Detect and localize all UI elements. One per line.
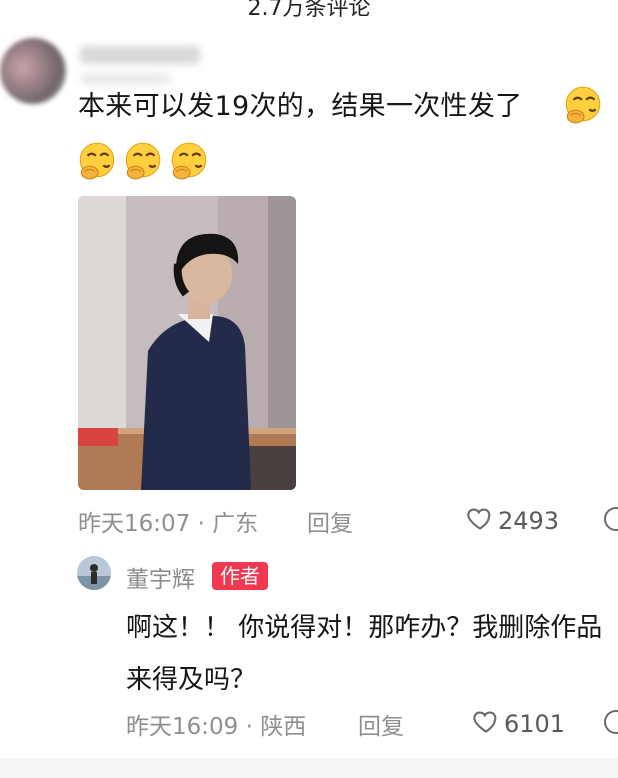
comment-time-location: 昨天16:07 · 广东 bbox=[78, 511, 259, 537]
reply-like-count: 6101 bbox=[504, 710, 566, 738]
commenter-avatar[interactable] bbox=[0, 38, 66, 104]
comment-icon[interactable] bbox=[602, 506, 618, 538]
commenter-name-blurred bbox=[80, 46, 200, 64]
covering-mouth-emoji bbox=[562, 84, 604, 126]
like-button[interactable]: 2493 bbox=[466, 504, 559, 538]
comment-text: 本来可以发19次的，结果一次性发了 bbox=[78, 91, 523, 122]
emoji-row bbox=[76, 140, 210, 182]
heart-outline-icon bbox=[466, 504, 494, 538]
reply-username[interactable]: 董宇辉 bbox=[126, 560, 195, 594]
commenter-meta-blurred bbox=[80, 74, 170, 84]
reply-like-button[interactable]: 6101 bbox=[472, 707, 565, 741]
bottom-input-bar[interactable] bbox=[0, 758, 618, 778]
reply-text: 啊这！！ 你说得对！那咋办？我删除作品来得及吗？ bbox=[126, 613, 603, 695]
covering-mouth-emoji bbox=[168, 140, 210, 182]
reply-avatar[interactable] bbox=[77, 556, 111, 590]
covering-mouth-emoji bbox=[76, 140, 118, 182]
heart-outline-icon bbox=[472, 707, 500, 741]
author-badge: 作者 bbox=[212, 562, 268, 590]
reply-time-location: 昨天16:09 · 陕西 bbox=[126, 714, 307, 740]
comment-icon[interactable] bbox=[602, 709, 618, 741]
like-count: 2493 bbox=[498, 507, 560, 535]
comment-photo[interactable] bbox=[78, 196, 296, 490]
comments-count-title: 2.7万条评论 bbox=[247, 0, 371, 21]
covering-mouth-emoji bbox=[122, 140, 164, 182]
reply-reply-button[interactable]: 回复 bbox=[358, 707, 404, 741]
reply-button[interactable]: 回复 bbox=[307, 504, 353, 538]
